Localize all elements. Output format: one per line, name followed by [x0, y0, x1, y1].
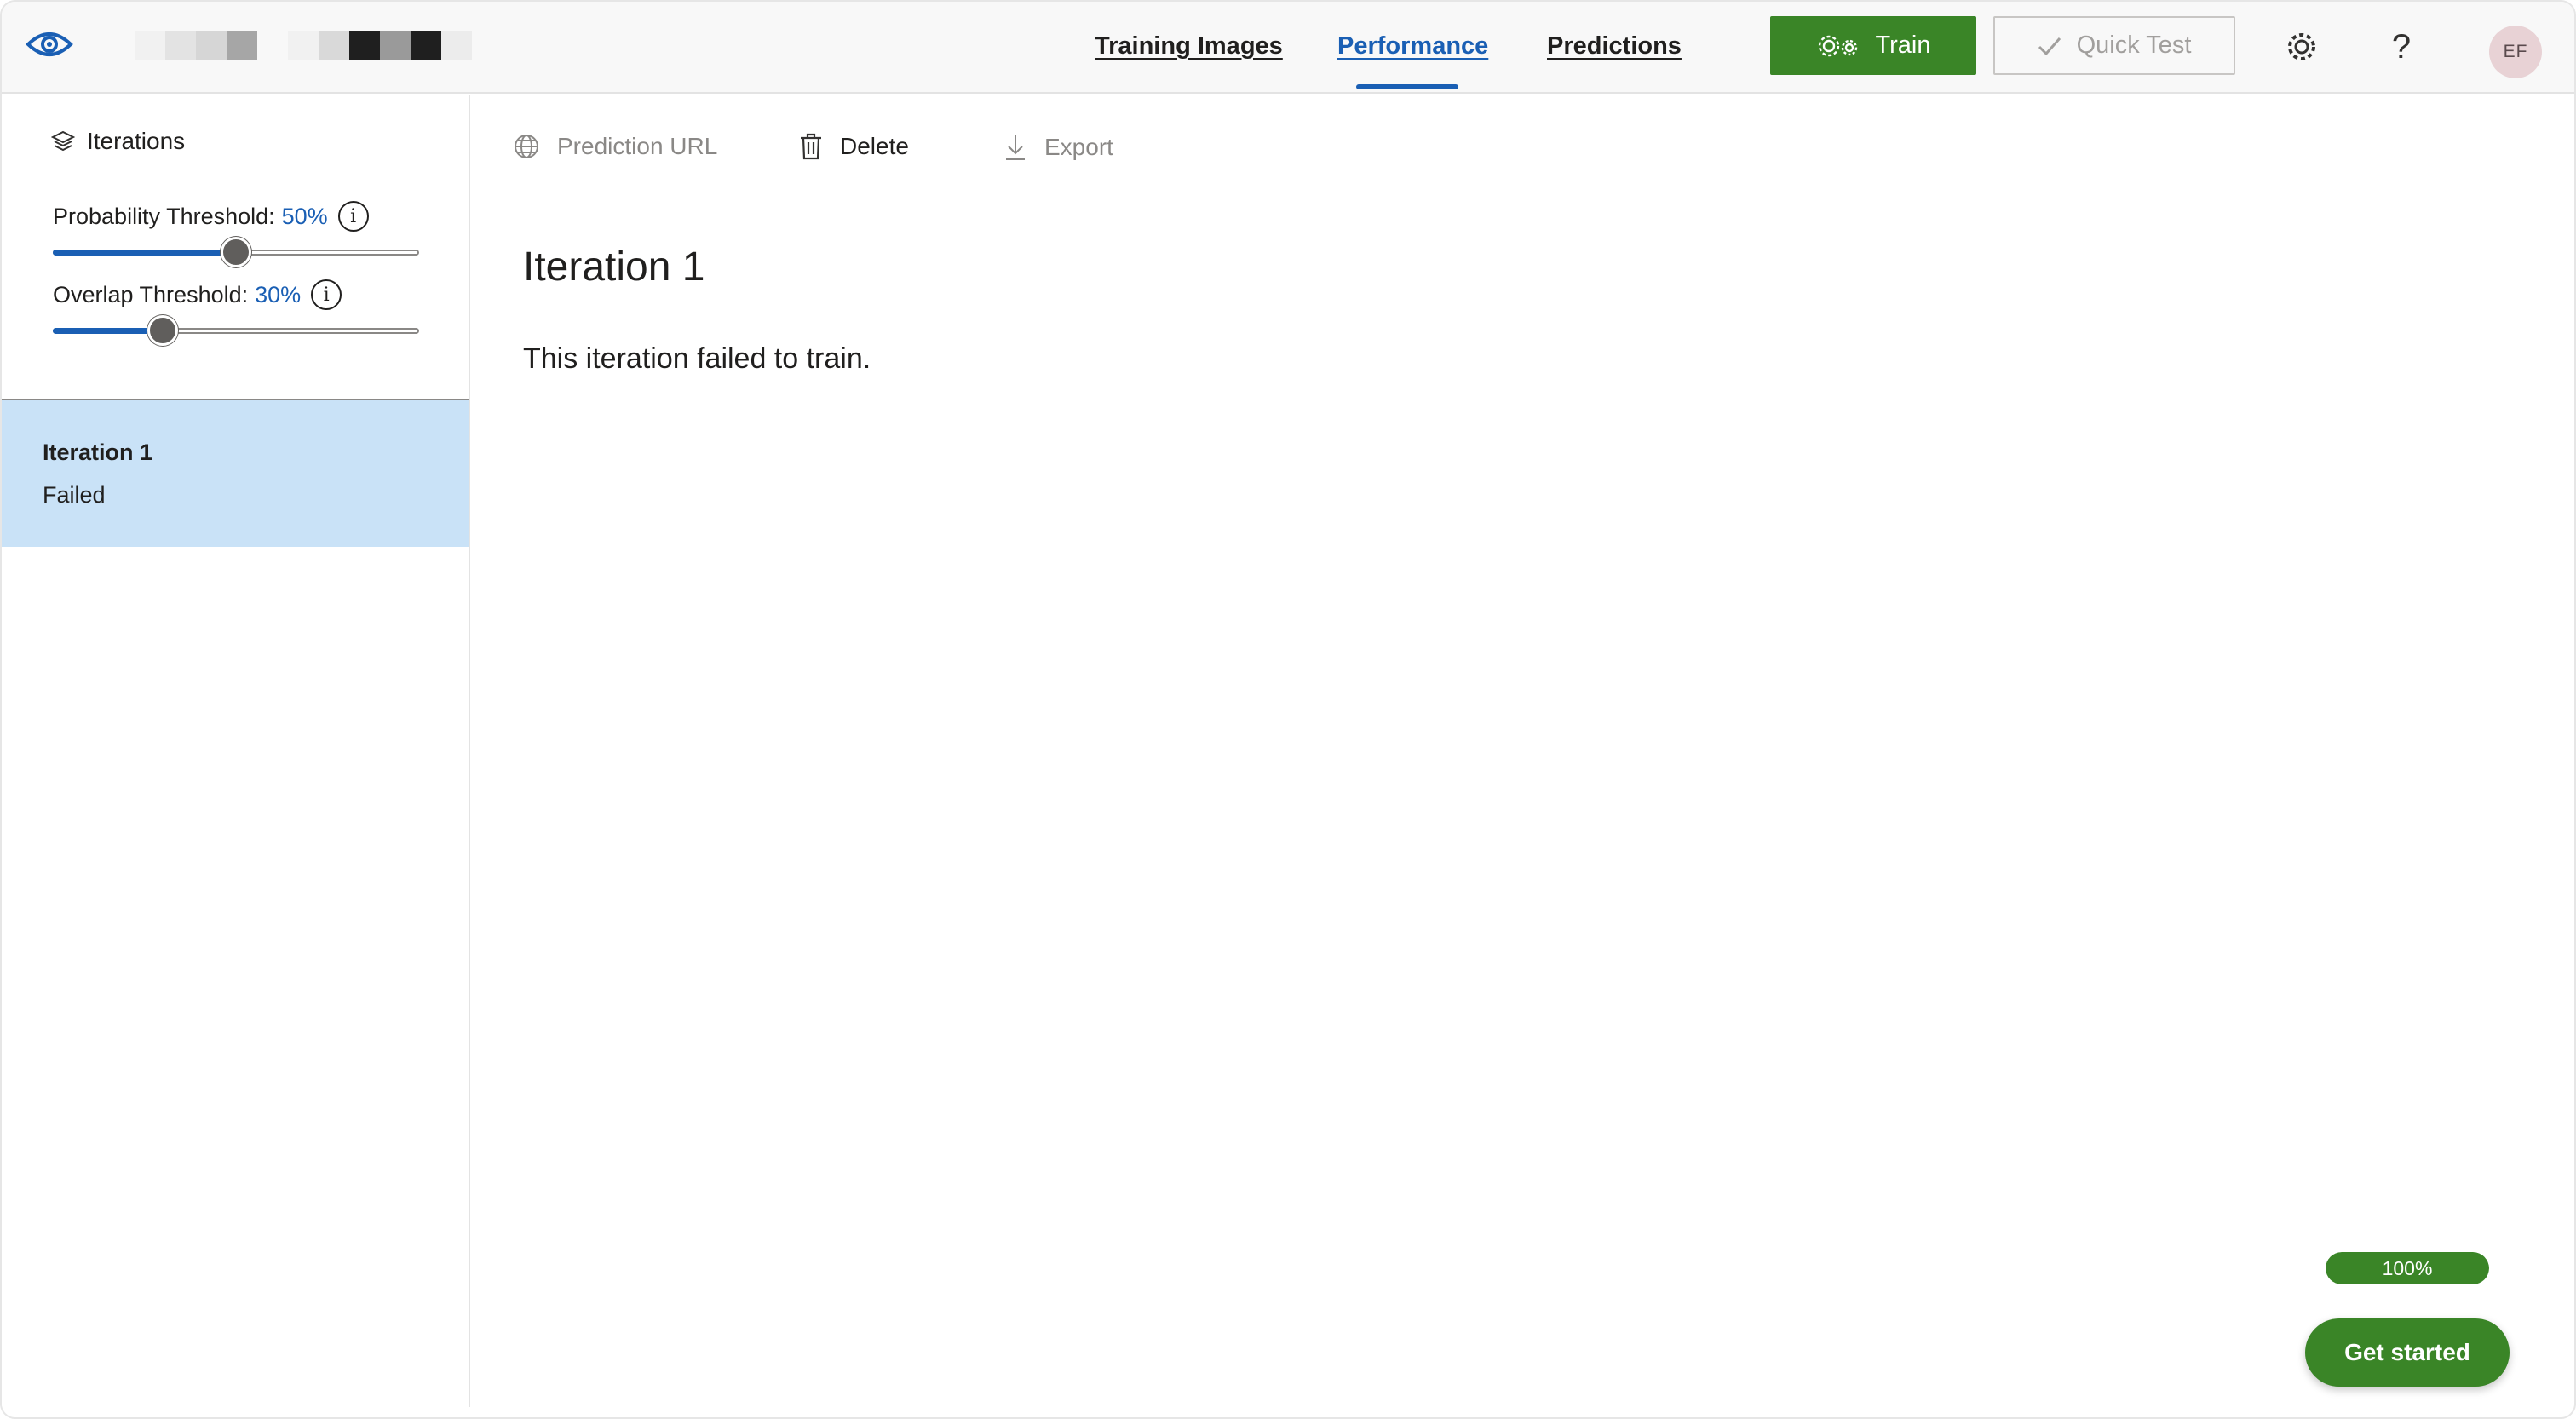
iteration-list-item[interactable]: Iteration 1 Failed: [2, 400, 469, 547]
layers-icon: [51, 130, 75, 152]
active-tab-indicator: [1356, 84, 1458, 89]
help-button[interactable]: ?: [2380, 26, 2423, 68]
probability-threshold-value: 50%: [281, 203, 328, 229]
delete-button[interactable]: Delete: [799, 133, 909, 160]
help-icon: ?: [2391, 27, 2412, 66]
iteration-status: Failed: [43, 482, 106, 508]
tab-performance[interactable]: Performance: [1337, 32, 1488, 60]
quick-test-button[interactable]: Quick Test: [1993, 16, 2235, 75]
overlap-threshold-row: Overlap Threshold: 30% i: [53, 279, 342, 310]
slider-thumb[interactable]: [147, 315, 178, 346]
slider-thumb[interactable]: [221, 237, 251, 267]
quick-test-label: Quick Test: [2076, 32, 2192, 59]
iterations-sidebar: Iterations Probability Threshold: 50% i …: [2, 95, 470, 1407]
tab-training-images[interactable]: Training Images: [1095, 32, 1283, 60]
slider-fill: [53, 250, 236, 256]
resource-name-redacted[interactable]: [288, 31, 472, 60]
get-started-button[interactable]: Get started: [2305, 1318, 2510, 1387]
gears-icon: [1818, 35, 1857, 56]
iteration-title: Iteration 1: [523, 244, 705, 290]
prediction-url-label: Prediction URL: [557, 133, 718, 159]
info-icon[interactable]: i: [311, 279, 342, 310]
checkmark-icon: [2038, 37, 2061, 55]
prediction-url-button[interactable]: Prediction URL: [513, 133, 717, 160]
app-window: Training Images Performance Predictions …: [0, 0, 2576, 1419]
avatar[interactable]: EF: [2489, 26, 2542, 78]
overlap-threshold-label: Overlap Threshold:: [53, 281, 249, 307]
probability-threshold-label: Probability Threshold:: [53, 203, 275, 229]
iteration-failed-message: This iteration failed to train.: [523, 342, 871, 375]
train-label: Train: [1875, 32, 1931, 59]
progress-bar: 100%: [2326, 1252, 2489, 1284]
project-name-redacted[interactable]: [135, 31, 257, 60]
train-button[interactable]: Train: [1770, 16, 1976, 75]
delete-label: Delete: [840, 133, 909, 159]
iterations-title: Iterations: [87, 128, 186, 154]
slider-fill: [53, 328, 163, 334]
info-icon[interactable]: i: [337, 201, 369, 232]
overlap-threshold-slider[interactable]: [53, 315, 419, 346]
probability-threshold-row: Probability Threshold: 50% i: [53, 201, 369, 232]
overlap-threshold-value: 30%: [255, 281, 302, 307]
progress-label: 100%: [2382, 1256, 2433, 1279]
eye-icon[interactable]: [26, 27, 73, 61]
download-icon: [1006, 135, 1025, 160]
iterations-header: Iterations: [51, 128, 185, 155]
export-button[interactable]: Export: [1003, 133, 1113, 162]
globe-icon: [515, 135, 538, 158]
gear-icon: [2288, 33, 2315, 60]
probability-threshold-slider[interactable]: [53, 237, 419, 267]
settings-button[interactable]: [2280, 26, 2323, 68]
export-label: Export: [1044, 134, 1113, 160]
tab-predictions[interactable]: Predictions: [1547, 32, 1682, 60]
trash-icon: [801, 133, 821, 160]
top-bar: Training Images Performance Predictions …: [2, 2, 2574, 94]
iteration-name: Iteration 1: [43, 439, 153, 465]
